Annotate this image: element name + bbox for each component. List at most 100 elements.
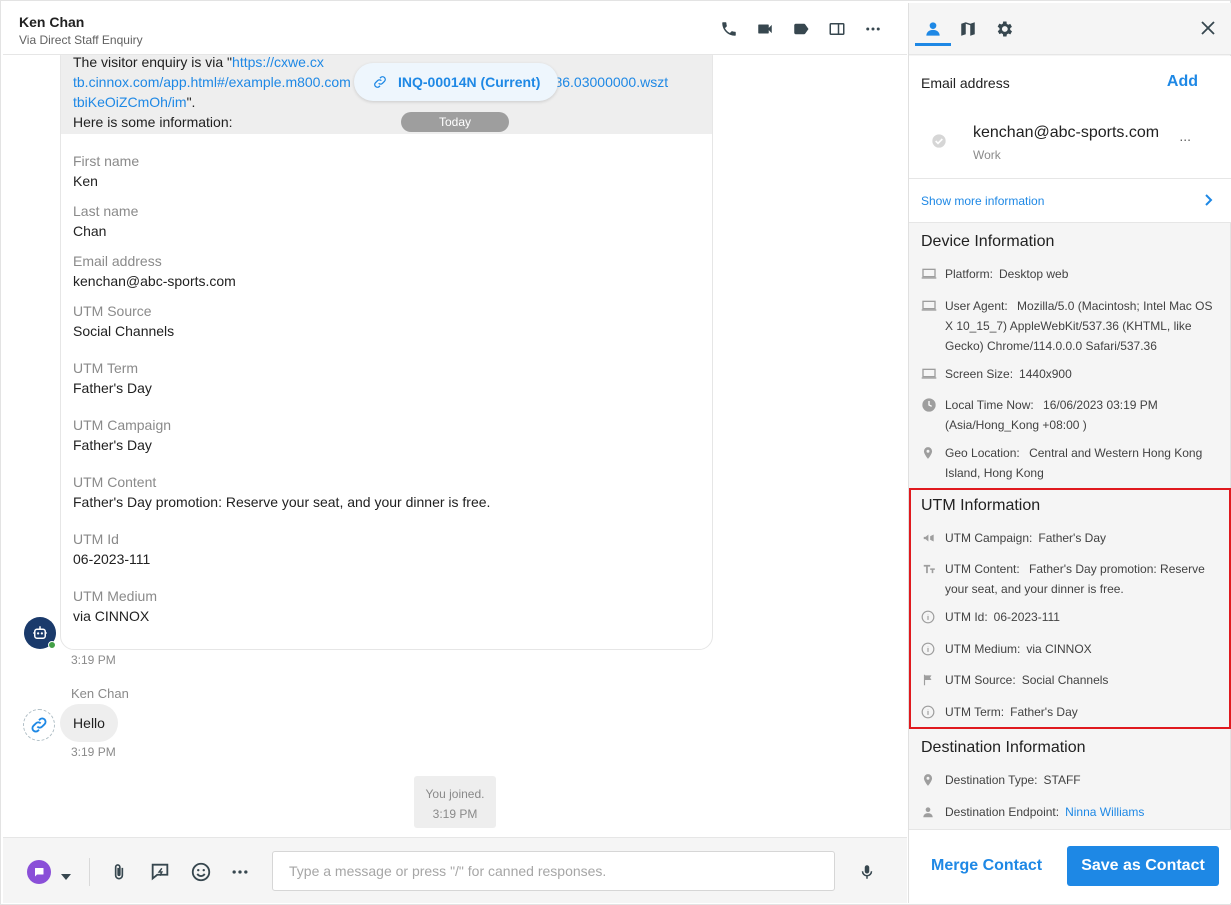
field-value: Father's Day [73, 437, 152, 453]
check-circle-icon [931, 133, 947, 154]
intro-line-1: The visitor enquiry is via "https://cxwe… [73, 55, 324, 70]
device-row-local-time: Local Time Now: 16/06/2023 03:19 PM (Asi… [921, 395, 1217, 435]
field-value: Father's Day [73, 380, 152, 396]
message-composer [3, 837, 907, 903]
video-icon[interactable] [755, 19, 775, 39]
header-actions [719, 19, 883, 39]
conversation-source: Via Direct Staff Enquiry [19, 33, 143, 47]
enquiry-link[interactable]: tbiKeOiZCmOh/im [73, 94, 187, 110]
enquiry-link[interactable]: tb.cinnox.com/app.html#/example.m800.com [73, 74, 351, 90]
row-label: Geo Location: [945, 446, 1020, 460]
intro-line-2: tb.cinnox.com/app.html#/example.m800.com [73, 74, 351, 90]
link-icon [374, 76, 386, 88]
message-time: 3:19 PM [71, 653, 116, 667]
field-value: via CINNOX [73, 608, 150, 624]
field-label: Email address [73, 253, 162, 269]
close-icon[interactable] [1201, 21, 1215, 40]
utm-row-source: UTM Source: Social Channels [921, 670, 1217, 690]
row-value: 1440x900 [1019, 367, 1072, 381]
utm-row-medium: UTM Medium: via CINNOX [921, 639, 1217, 659]
row-value: 06-2023-111 [993, 610, 1060, 624]
contact-name: Ken Chan [19, 14, 85, 30]
chevron-down-icon[interactable] [61, 868, 71, 886]
row-label: Destination Endpoint: [945, 805, 1060, 819]
email-type: Work [973, 148, 1001, 162]
system-time: 3:19 PM [432, 807, 478, 821]
intro-line-4: Here is some information: [73, 114, 233, 130]
info-icon [921, 607, 945, 627]
field-value: Father's Day promotion: Reserve your sea… [73, 494, 491, 510]
intro-text: ". [186, 94, 196, 110]
field-label: First name [73, 153, 140, 169]
active-tab-indicator [915, 43, 951, 46]
merge-contact-button[interactable]: Merge Contact [931, 846, 1042, 886]
visitor-message-bubble: Hello [60, 704, 118, 742]
panel-content[interactable]: Email address Add kenchan@abc-sports.com… [909, 56, 1231, 829]
device-row-platform: Platform: Desktop web [921, 264, 1217, 284]
message-time: 3:19 PM [71, 745, 116, 759]
app-window: Ken Chan Via Direct Staff Enquiry INQ-00… [0, 0, 1231, 905]
split-view-icon[interactable] [827, 19, 847, 39]
utm-row-content: UTM Content: Father's Day promotion: Res… [921, 559, 1217, 599]
field-value: 06-2023-111 [73, 551, 151, 567]
destination-row-endpoint: Destination Endpoint: Ninna Williams [921, 802, 1217, 822]
visitor-avatar [23, 709, 55, 741]
row-text: UTM Content: Father's Day promotion: Res… [945, 559, 1217, 599]
destination-endpoint-link[interactable]: Ninna Williams [1065, 802, 1144, 822]
row-label: UTM Source: [945, 673, 1016, 687]
add-email-button[interactable]: Add [1167, 73, 1198, 91]
row-value: Social Channels [1021, 673, 1109, 687]
enquiry-link[interactable]: https://cxwe.cx [232, 55, 324, 70]
sender-name: Ken Chan [71, 686, 129, 701]
emoji-icon[interactable] [189, 860, 213, 884]
show-more-label: Show more information [921, 194, 1045, 208]
message-list[interactable]: INQ-00014N (Current) Today The visitor e… [3, 55, 907, 837]
megaphone-icon [921, 528, 945, 548]
microphone-icon[interactable] [855, 860, 879, 884]
info-icon [921, 639, 945, 659]
channel-selector[interactable] [27, 860, 51, 884]
show-more-information[interactable]: Show more information [909, 179, 1231, 223]
field-label: UTM Content [73, 474, 157, 490]
message-input[interactable] [272, 851, 835, 891]
row-label: Screen Size: [945, 367, 1014, 381]
row-label: UTM Id: [945, 610, 988, 624]
flag-icon [921, 670, 945, 690]
date-divider: Today [401, 112, 509, 132]
row-label: UTM Campaign: [945, 531, 1033, 545]
more-icon[interactable] [863, 19, 883, 39]
link-icon [31, 717, 47, 733]
device-row-geo-location: Geo Location: Central and Western Hong K… [921, 443, 1217, 483]
field-label: UTM Id [73, 531, 119, 547]
attachment-icon[interactable] [107, 860, 131, 884]
tag-icon[interactable] [791, 19, 811, 39]
phone-icon[interactable] [719, 19, 739, 39]
row-label: UTM Medium: [945, 642, 1021, 656]
map-icon[interactable] [956, 17, 980, 41]
canned-response-icon[interactable] [148, 860, 172, 884]
email-more-button[interactable]: ... [1179, 128, 1191, 144]
panel-tabs [909, 3, 1231, 55]
inquiry-pill[interactable]: INQ-00014N (Current) [354, 63, 558, 101]
info-icon [921, 702, 945, 722]
row-value: Desktop web [999, 267, 1069, 281]
field-value: Chan [73, 223, 107, 239]
more-icon[interactable] [228, 860, 252, 884]
row-value: STAFF [1043, 773, 1081, 787]
save-as-contact-button[interactable]: Save as Contact [1067, 846, 1219, 886]
field-label: Last name [73, 203, 139, 219]
utm-row-term: UTM Term: Father's Day [921, 702, 1217, 722]
gear-icon[interactable] [992, 17, 1016, 41]
laptop-icon [921, 296, 945, 316]
laptop-icon [921, 264, 945, 284]
laptop-icon [921, 364, 945, 384]
field-value: Ken [73, 173, 98, 189]
row-value: via CINNOX [1026, 642, 1092, 656]
field-label: UTM Campaign [73, 417, 172, 433]
chevron-right-icon [1205, 193, 1213, 211]
chat-bubble-icon [35, 868, 44, 877]
row-text: User Agent: Mozilla/5.0 (Macintosh; Inte… [945, 296, 1217, 356]
destination-row-type: Destination Type: STAFF [921, 770, 1217, 790]
utm-row-id: UTM Id: 06-2023-111 [921, 607, 1217, 627]
person-icon[interactable] [921, 17, 945, 41]
